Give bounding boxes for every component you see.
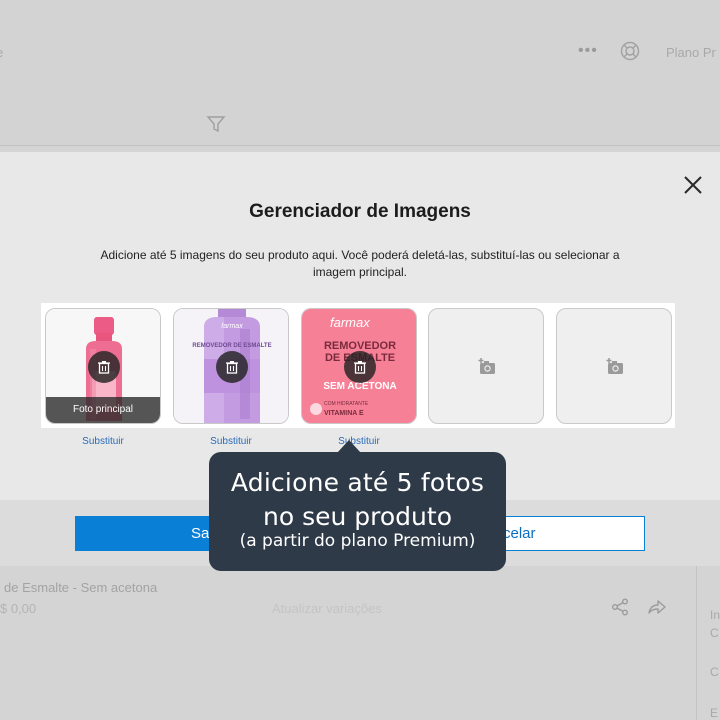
replace-image-link[interactable]: Substituir bbox=[173, 436, 289, 447]
modal-title: Gerenciador de Imagens bbox=[249, 201, 471, 222]
top-bar bbox=[0, 0, 720, 146]
main-photo-label: Foto principal bbox=[46, 397, 160, 423]
premium-tooltip: Adicione até 5 fotos no seu produto (a p… bbox=[209, 452, 506, 571]
side-item: C bbox=[710, 665, 719, 679]
close-icon[interactable] bbox=[682, 174, 704, 196]
help-lifebuoy-icon[interactable] bbox=[620, 41, 640, 61]
brand-text: farmax bbox=[330, 315, 370, 330]
empty-image-slot[interactable] bbox=[556, 308, 672, 424]
delete-image-button[interactable] bbox=[344, 351, 376, 383]
tooltip-line-3: (a partir do plano Premium) bbox=[239, 531, 476, 551]
faint-center-text: Atualizar variações bbox=[272, 601, 382, 616]
tooltip-line-2: no seu produto bbox=[263, 502, 452, 531]
trash-icon bbox=[354, 361, 366, 374]
side-item: In bbox=[710, 608, 720, 622]
label-line: VITAMINA E bbox=[324, 410, 364, 417]
left-fragment-text: e bbox=[0, 45, 3, 60]
side-item: C bbox=[710, 626, 719, 640]
product-price: $ 0,00 bbox=[0, 601, 37, 616]
label-line: COM HIDRATANTE bbox=[324, 401, 369, 407]
image-strip: Foto principal farmax REMOVEDOR DE ESMAL… bbox=[41, 303, 675, 428]
product-text: REMOVEDOR DE ESMALTE bbox=[192, 343, 271, 349]
add-photo-icon bbox=[606, 358, 623, 374]
image-slot-1[interactable]: Foto principal bbox=[45, 308, 161, 424]
image-slot-2[interactable]: farmax REMOVEDOR DE ESMALTE bbox=[173, 308, 289, 424]
forward-icon[interactable] bbox=[648, 598, 666, 616]
product-name: de Esmalte - Sem acetona bbox=[4, 580, 158, 595]
image-slot-3[interactable]: farmax REMOVEDOR DE ESMALTE SEM ACETONA … bbox=[301, 308, 417, 424]
side-item: E bbox=[710, 706, 719, 720]
delete-image-button[interactable] bbox=[88, 351, 120, 383]
side-panel bbox=[696, 566, 720, 720]
trash-icon bbox=[98, 361, 110, 374]
delete-image-button[interactable] bbox=[216, 351, 248, 383]
replace-image-link[interactable]: Substituir bbox=[45, 436, 161, 447]
tooltip-line-1: Adicione até 5 fotos bbox=[230, 468, 485, 497]
add-photo-icon bbox=[478, 358, 495, 374]
share-icon[interactable] bbox=[611, 598, 629, 616]
filter-icon[interactable] bbox=[206, 114, 226, 134]
plan-link[interactable]: Plano Pr bbox=[666, 45, 716, 60]
trash-icon bbox=[226, 361, 238, 374]
brand-text: farmax bbox=[221, 323, 243, 330]
empty-image-slot[interactable] bbox=[428, 308, 544, 424]
modal-description: Adicione até 5 imagens do seu produto aq… bbox=[100, 248, 620, 279]
ellipsis-icon[interactable]: ••• bbox=[578, 42, 598, 60]
